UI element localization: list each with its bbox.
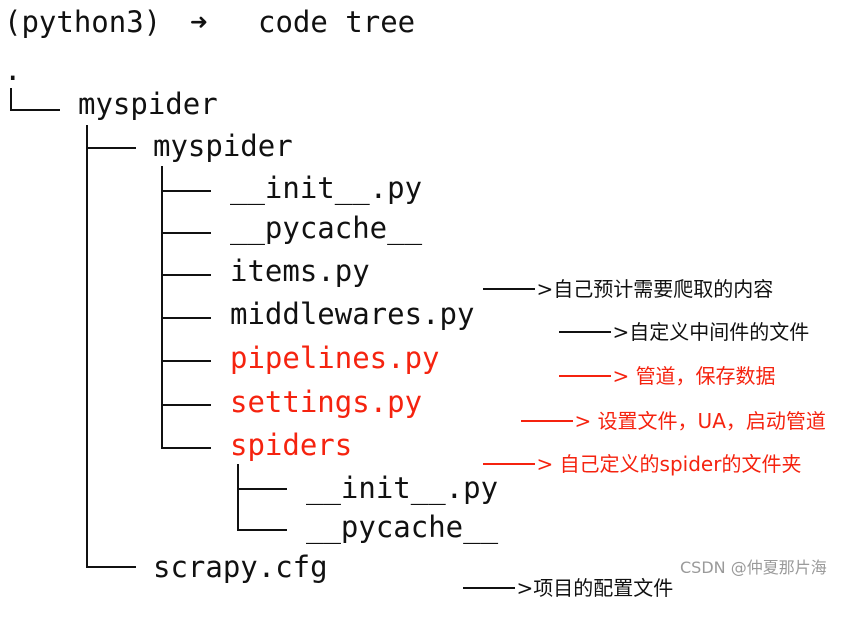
tree-item-file: items.py (230, 254, 370, 288)
prompt-env: (python3) (4, 5, 162, 39)
tree-item-file: __pycache__ (306, 510, 499, 544)
tree-item-project-dir: myspider (78, 87, 218, 121)
arrow-icon (559, 330, 612, 333)
tree-connector (237, 464, 239, 530)
tree-connector (161, 190, 211, 192)
tree-connector (161, 447, 211, 449)
tree-connector (161, 404, 211, 406)
annotation-config: >项目的配置文件 (438, 558, 673, 618)
arrow-icon (483, 287, 536, 290)
prompt-arrow-icon: ➜ (190, 5, 208, 39)
arrow-icon (559, 374, 612, 377)
tree-connector (86, 125, 88, 567)
tree-connector (161, 274, 211, 276)
command-text: code tree (258, 5, 416, 39)
watermark: CSDN @仲夏那片海 (680, 558, 827, 577)
tree-item-file: __pycache__ (230, 211, 423, 245)
tree-connector (10, 109, 60, 111)
arrow-icon (521, 419, 574, 422)
tree-item-package-dir: myspider (153, 129, 293, 163)
tree-connector (161, 232, 211, 234)
arrow-icon (483, 462, 536, 465)
tree-connector (237, 529, 287, 531)
tree-item-config-file: scrapy.cfg (153, 550, 328, 584)
tree-item-dir-highlight: spiders (230, 428, 353, 462)
tree-root: . (4, 53, 22, 87)
tree-connector (10, 88, 12, 110)
tree-connector (237, 488, 287, 490)
tree-connector (161, 360, 211, 362)
tree-item-file: middlewares.py (230, 297, 475, 331)
annotation-spiders: > 自己定义的spider的文件夹 (458, 434, 801, 494)
tree-connector (161, 317, 211, 319)
tree-item-file: __init__.py (230, 171, 423, 205)
tree-item-file-highlight: settings.py (230, 385, 423, 419)
tree-item-file-highlight: pipelines.py (230, 341, 440, 375)
tree-connector (86, 147, 136, 149)
tree-connector (86, 566, 136, 568)
